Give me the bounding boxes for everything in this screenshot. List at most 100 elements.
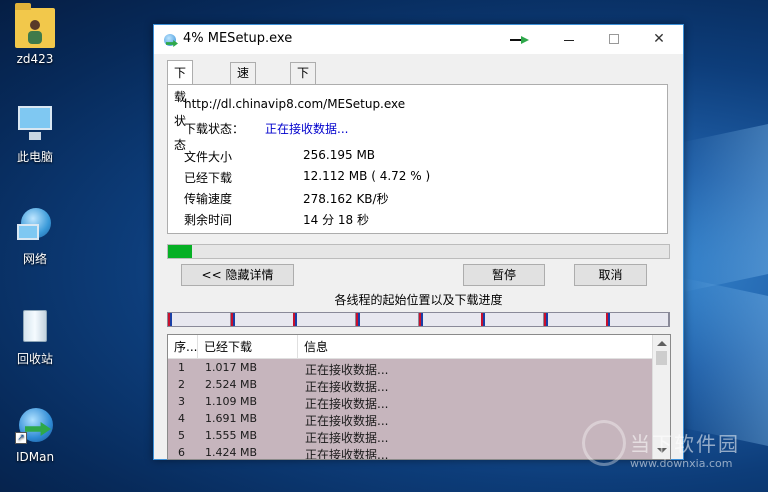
thread-segment	[544, 313, 607, 326]
close-icon: ✕	[653, 31, 665, 47]
list-item[interactable]: 2 2.524 MB 正在接收数据...	[168, 377, 652, 394]
thread-progress-marker	[483, 313, 485, 326]
idm-app-icon: ↗	[15, 406, 55, 446]
idm-title-icon	[162, 32, 178, 48]
tab-completion-options[interactable]: 下载完成选项	[290, 62, 317, 180]
column-header-info[interactable]: 信息	[298, 335, 643, 359]
info-value: 256.195 MB	[303, 148, 376, 162]
row-info: 正在接收数据...	[305, 448, 389, 460]
download-arrow-icon	[510, 35, 532, 47]
tab-speed-limit[interactable]: 速度限制	[230, 62, 257, 140]
row-index: 3	[178, 395, 185, 408]
thread-progress-marker	[608, 313, 610, 326]
desktop-icon-idman[interactable]: ↗ IDMan	[2, 406, 68, 464]
row-downloaded: 1.017 MB	[205, 361, 258, 374]
pause-button[interactable]: 暂停	[463, 264, 545, 286]
watermark-logo-icon	[582, 420, 626, 466]
desktop-icon-this-pc[interactable]: 此电脑	[2, 104, 68, 165]
info-value: 278.162 KB/秒	[303, 192, 389, 206]
threads-label: 各线程的起始位置以及下载进度	[334, 293, 503, 307]
thread-progress-marker	[358, 313, 360, 326]
desktop-icon-label: IDMan	[15, 450, 55, 464]
row-info: 正在接收数据...	[305, 431, 389, 445]
desktop-icon-label: 回收站	[16, 352, 53, 366]
thread-progress-marker	[295, 313, 297, 326]
row-info: 正在接收数据...	[305, 414, 389, 428]
maximize-icon	[609, 34, 619, 44]
download-url: http://dl.chinavip8.com/MESetup.exe	[184, 97, 406, 111]
row-downloaded: 1.109 MB	[205, 395, 258, 408]
row-info: 正在接收数据...	[305, 363, 389, 377]
wallpaper-beam	[680, 277, 768, 453]
desktop-icon-user-folder[interactable]: zd423	[2, 3, 68, 66]
watermark-url: www.downxia.com	[630, 457, 733, 470]
maximize-button	[591, 25, 637, 54]
info-row-time-left: 剩余时间 14 分 18 秒	[184, 211, 504, 227]
close-button[interactable]: ✕	[636, 25, 682, 54]
desktop-icon-recycle-bin[interactable]: 回收站	[2, 306, 68, 367]
row-index: 5	[178, 429, 185, 442]
thread-progress-marker	[421, 313, 423, 326]
column-header-index[interactable]: 序...	[168, 335, 198, 359]
download-progress-bar	[167, 244, 670, 259]
list-item[interactable]: 4 1.691 MB 正在接收数据...	[168, 411, 652, 428]
desktop-icon-network[interactable]: 网络	[2, 206, 68, 267]
desktop-icon-label: 网络	[22, 252, 47, 266]
threads-progress-bar	[167, 312, 670, 327]
title-bar[interactable]: 4% MESetup.exe ✕	[154, 25, 683, 54]
info-key: 传输速度	[184, 192, 233, 206]
thread-segment	[606, 313, 669, 326]
info-row-downloaded: 已经下载 12.112 MB ( 4.72 % )	[184, 169, 504, 185]
hide-details-button[interactable]: << 隐藏详情	[181, 264, 294, 286]
thread-segment	[481, 313, 544, 326]
list-item[interactable]: 1 1.017 MB 正在接收数据...	[168, 360, 652, 377]
list-item[interactable]: 3 1.109 MB 正在接收数据...	[168, 394, 652, 411]
scroll-thumb[interactable]	[656, 351, 667, 365]
info-row-file-size: 文件大小 256.195 MB	[184, 148, 504, 164]
row-index: 1	[178, 361, 185, 374]
row-downloaded: 2.524 MB	[205, 378, 258, 391]
desktop-icon-label: zd423	[16, 52, 54, 66]
list-item[interactable]: 6 1.424 MB 正在接收数据...	[168, 445, 652, 460]
cancel-button[interactable]: 取消	[574, 264, 647, 286]
info-value: 12.112 MB ( 4.72 % )	[303, 169, 431, 183]
computer-icon	[15, 104, 55, 144]
network-icon	[15, 206, 55, 246]
download-progress-window: 4% MESetup.exe ✕ 下载状态 速度限制 下载完成选项 http:/…	[153, 24, 684, 460]
row-downloaded: 1.555 MB	[205, 429, 258, 442]
desktop-icon-label: 此电脑	[16, 150, 53, 164]
row-index: 2	[178, 378, 185, 391]
list-header: 序... 已经下载 信息	[168, 335, 652, 359]
user-folder-icon	[15, 3, 55, 48]
thread-segment	[419, 313, 482, 326]
progress-fill	[168, 245, 192, 258]
column-header-downloaded[interactable]: 已经下载	[198, 335, 298, 359]
info-key: 已经下载	[184, 171, 233, 185]
info-row-transfer-rate: 传输速度 278.162 KB/秒	[184, 190, 504, 206]
info-key: 剩余时间	[184, 213, 233, 227]
info-key: 文件大小	[184, 150, 233, 164]
row-index: 6	[178, 446, 185, 459]
recycle-bin-icon	[15, 306, 55, 346]
status-label: 下载状态：	[184, 122, 245, 136]
thread-segment	[293, 313, 356, 326]
wallpaper-beam	[680, 117, 768, 293]
row-index: 4	[178, 412, 185, 425]
minimize-button[interactable]	[546, 25, 592, 54]
thread-segment	[356, 313, 419, 326]
shortcut-arrow-icon: ↗	[15, 432, 27, 444]
row-info: 正在接收数据...	[305, 380, 389, 394]
window-title: 4% MESetup.exe	[183, 31, 293, 46]
thread-progress-marker	[233, 313, 235, 326]
tab-download-status[interactable]: 下载状态	[167, 60, 194, 152]
info-value: 14 分 18 秒	[303, 213, 369, 227]
minimize-icon	[564, 40, 574, 41]
status-value: 正在接收数据...	[265, 122, 349, 136]
thread-progress-marker	[546, 313, 548, 326]
list-item[interactable]: 5 1.555 MB 正在接收数据...	[168, 428, 652, 445]
watermark-text: 当下软件园	[630, 432, 740, 456]
scroll-up-icon[interactable]	[657, 341, 667, 346]
row-downloaded: 1.424 MB	[205, 446, 258, 459]
row-info: 正在接收数据...	[305, 397, 389, 411]
row-downloaded: 1.691 MB	[205, 412, 258, 425]
